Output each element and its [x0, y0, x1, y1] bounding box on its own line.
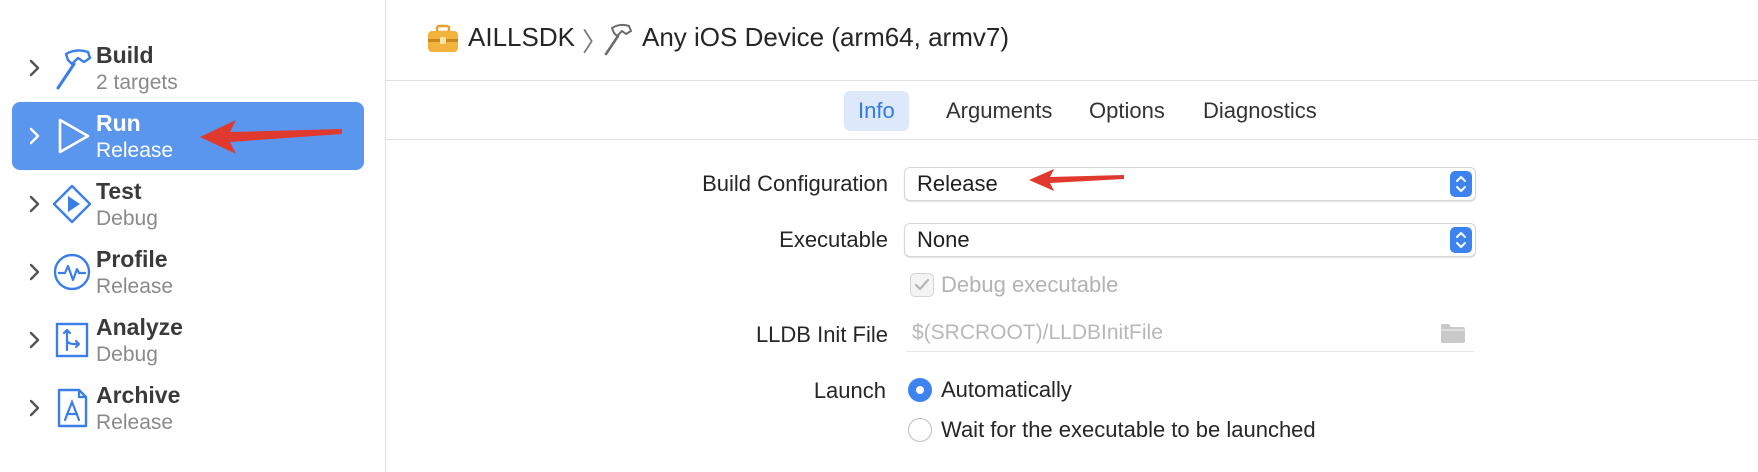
- sidebar-item-title: Profile: [96, 246, 168, 272]
- build-configuration-value: Release: [917, 171, 998, 196]
- analyze-icon: [55, 322, 89, 358]
- sidebar-item-subtitle: 2 targets: [96, 71, 178, 94]
- sidebar-item-archive[interactable]: Archive Release: [12, 374, 364, 442]
- scheme-path-bar: AILLSDK 〉 Any iOS Device (arm64, armv7): [386, 0, 1758, 81]
- tab-info[interactable]: Info: [844, 91, 909, 131]
- build-configuration-popup[interactable]: Release: [904, 167, 1476, 201]
- chevron-right-icon[interactable]: [26, 328, 44, 352]
- action-tab-bar: Info Arguments Options Diagnostics: [386, 81, 1758, 140]
- chevron-right-icon[interactable]: [26, 192, 44, 216]
- sidebar-item-title: Build: [96, 42, 154, 68]
- tab-options[interactable]: Options: [1075, 91, 1179, 131]
- chevron-right-icon[interactable]: [26, 396, 44, 420]
- sidebar-item-subtitle: Release: [96, 411, 174, 434]
- executable-label: Executable: [779, 227, 888, 252]
- executable-value: None: [917, 227, 970, 252]
- popup-stepper-icon: [1450, 171, 1472, 197]
- chevron-right-icon[interactable]: [26, 56, 44, 80]
- executable-popup[interactable]: None: [904, 223, 1476, 257]
- hammer-icon[interactable]: [600, 22, 634, 56]
- sidebar-item-profile[interactable]: Profile Release: [12, 238, 364, 306]
- build-configuration-label: Build Configuration: [702, 171, 888, 196]
- run-destination[interactable]: Any iOS Device (arm64, armv7): [642, 22, 1009, 53]
- tab-diagnostics[interactable]: Diagnostics: [1189, 91, 1331, 131]
- lldb-init-file-input[interactable]: [906, 317, 1438, 349]
- sidebar-item-analyze[interactable]: Analyze Debug: [12, 306, 364, 374]
- sidebar-item-subtitle: Debug: [96, 207, 158, 230]
- launch-label: Launch: [813, 378, 886, 403]
- lldb-init-file-label: LLDB Init File: [755, 322, 888, 347]
- sidebar-item-subtitle: Release: [96, 139, 174, 162]
- profile-waveform-icon: [53, 253, 91, 291]
- scheme-actions-sidebar: Build 2 targets Run Release Test Debug P…: [0, 0, 386, 472]
- popup-stepper-icon: [1450, 227, 1472, 253]
- tab-arguments[interactable]: Arguments: [932, 91, 1066, 131]
- chevron-right-icon[interactable]: [26, 260, 44, 284]
- sidebar-item-build[interactable]: Build 2 targets: [12, 34, 364, 102]
- toolbox-icon[interactable]: [426, 24, 460, 54]
- sidebar-item-title: Archive: [96, 382, 181, 408]
- play-icon: [58, 118, 90, 154]
- sidebar-item-title: Test: [96, 178, 142, 204]
- sidebar-item-title: Analyze: [96, 314, 183, 340]
- sidebar-item-subtitle: Debug: [96, 343, 158, 366]
- sidebar-item-subtitle: Release: [96, 275, 174, 298]
- launch-automatically-label[interactable]: Automatically: [941, 377, 1072, 403]
- scheme-editor-main: AILLSDK 〉 Any iOS Device (arm64, armv7) …: [386, 0, 1758, 472]
- launch-automatically-radio[interactable]: [908, 378, 932, 402]
- launch-wait-label[interactable]: Wait for the executable to be launched: [941, 417, 1316, 443]
- lldb-init-file-field[interactable]: [906, 317, 1474, 352]
- project-name[interactable]: AILLSDK: [468, 22, 575, 53]
- sidebar-item-title: Run: [96, 110, 141, 136]
- folder-icon[interactable]: [1440, 322, 1466, 344]
- sidebar-item-run[interactable]: Run Release: [12, 102, 364, 170]
- sidebar-item-test[interactable]: Test Debug: [12, 170, 364, 238]
- debug-executable-checkbox[interactable]: [910, 273, 934, 297]
- launch-wait-radio[interactable]: [908, 418, 932, 442]
- chevron-right-icon[interactable]: [26, 124, 44, 148]
- archive-app-icon: [57, 388, 88, 428]
- hammer-icon: [56, 49, 92, 90]
- debug-executable-label: Debug executable: [941, 272, 1119, 297]
- test-diamond-icon: [52, 184, 92, 224]
